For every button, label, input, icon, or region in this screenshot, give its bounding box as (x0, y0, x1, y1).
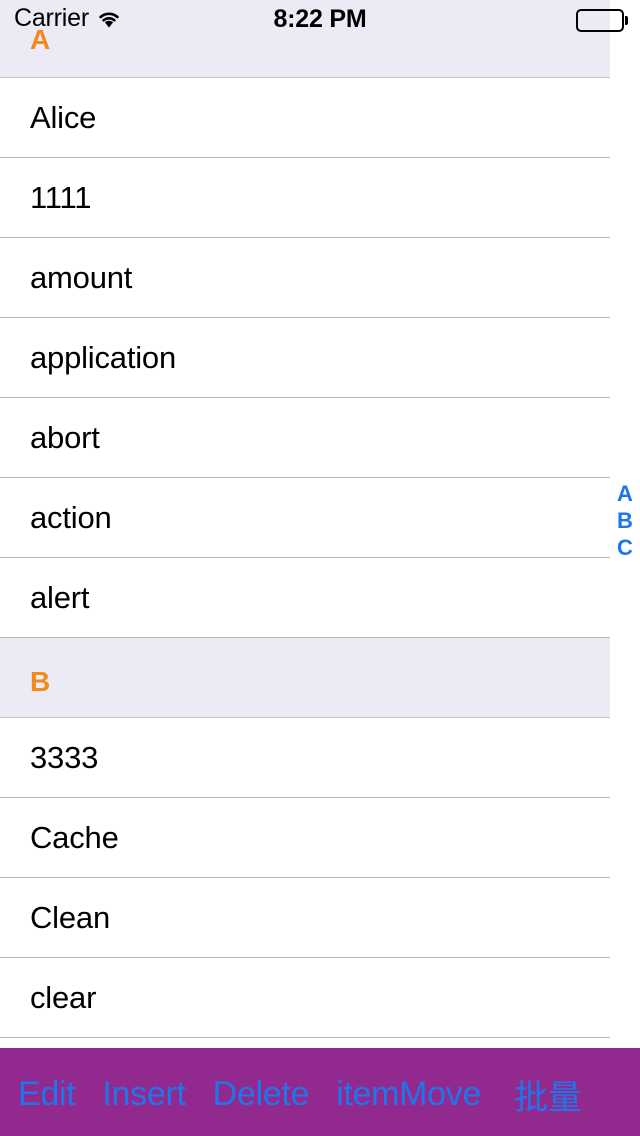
section-header-title: B (30, 666, 51, 697)
table-row[interactable]: alert (0, 558, 640, 638)
index-entry-b[interactable]: B (610, 507, 640, 534)
table-row[interactable]: clear (0, 958, 640, 1038)
index-entry-c[interactable]: C (610, 534, 640, 561)
table-row[interactable]: action (0, 478, 640, 558)
table-row[interactable]: application (0, 318, 640, 398)
item-move-button[interactable]: itemMove (336, 1075, 481, 1114)
row-label: Alice (30, 100, 97, 135)
row-label: alert (30, 580, 90, 615)
section-header-a: A (0, 0, 610, 78)
table-row[interactable]: Clean (0, 878, 640, 958)
section-index-bar[interactable]: A B C (610, 480, 640, 561)
section-header-b: B (0, 638, 610, 718)
edit-button[interactable]: Edit (18, 1075, 76, 1114)
row-label: application (30, 340, 177, 375)
row-label: 1111 (30, 180, 92, 215)
row-label: clear (30, 980, 97, 1015)
row-label: Clean (30, 900, 110, 935)
separator (0, 1037, 610, 1038)
bottom-toolbar: Edit Insert Delete itemMove 批量 (0, 1048, 640, 1136)
row-label: action (30, 500, 112, 535)
row-label: 3333 (30, 740, 99, 775)
row-label: Cache (30, 820, 119, 855)
row-label: amount (30, 260, 133, 295)
row-label: abort (30, 420, 100, 455)
index-entry-a[interactable]: A (610, 480, 640, 507)
table-row[interactable]: abort (0, 398, 640, 478)
section-header-title: A (30, 24, 51, 55)
insert-button[interactable]: Insert (102, 1075, 186, 1114)
batch-button[interactable]: 批量 (514, 1070, 582, 1119)
table-row[interactable]: 3333 (0, 718, 640, 798)
table-row[interactable]: 1111 (0, 158, 640, 238)
table-row[interactable]: Alice (0, 78, 640, 158)
table-view[interactable]: A Alice 1111 amount application abort ac… (0, 0, 640, 1048)
table-row[interactable]: Cache (0, 798, 640, 878)
table-row[interactable]: amount (0, 238, 640, 318)
delete-button[interactable]: Delete (213, 1075, 310, 1114)
